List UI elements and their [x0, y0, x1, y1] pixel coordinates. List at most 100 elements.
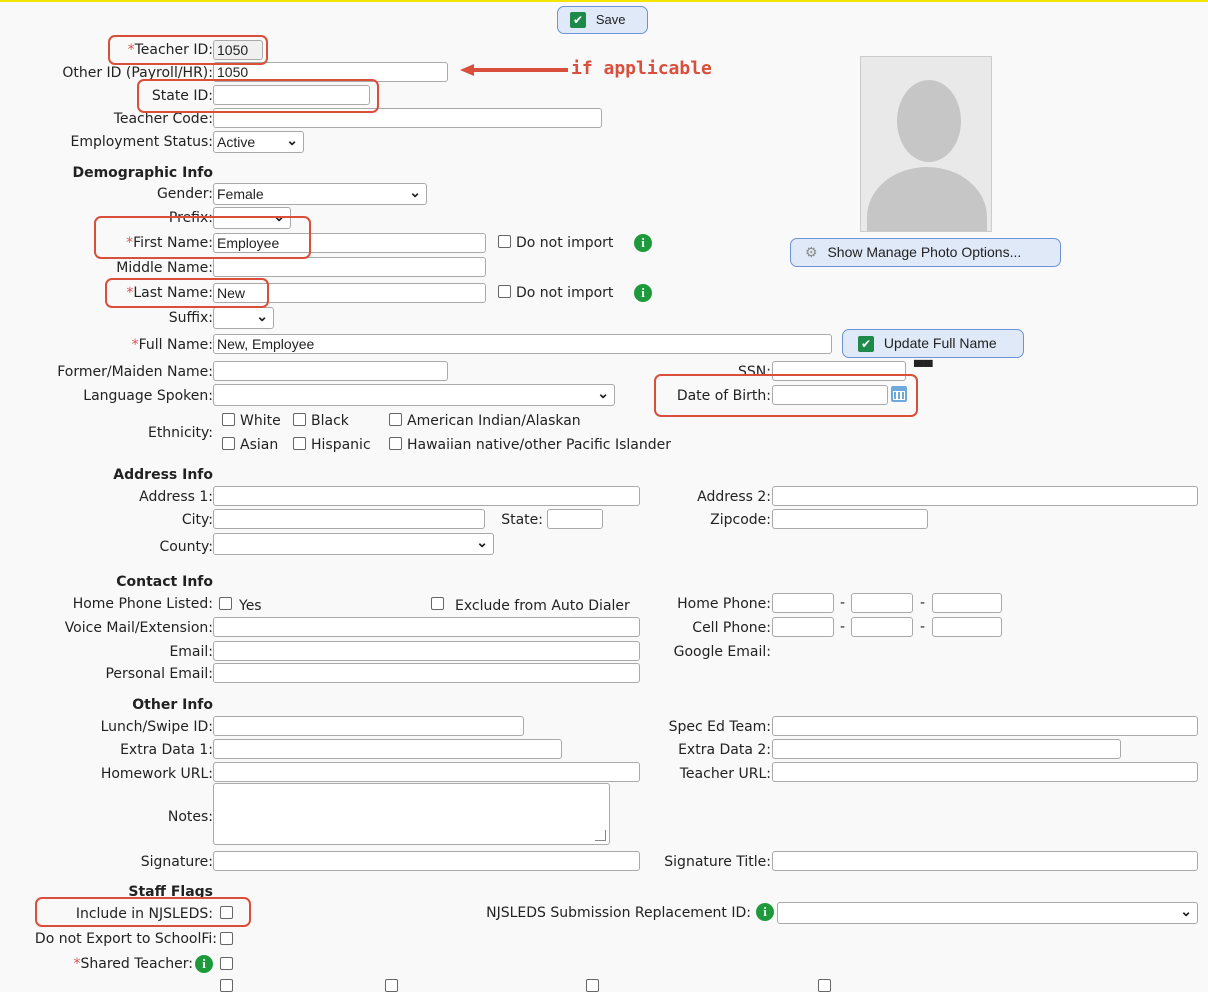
checkmark-icon: ✔	[570, 12, 586, 29]
address2-input[interactable]	[772, 486, 1198, 506]
spec-ed-input[interactable]	[772, 716, 1198, 736]
city-label: City:	[181, 512, 213, 528]
extra1-input[interactable]	[213, 739, 562, 759]
ethnicity-hispanic-label: Hispanic	[311, 437, 371, 453]
state-input[interactable]	[547, 509, 603, 529]
notes-textarea[interactable]	[213, 783, 610, 845]
cell-phone-line-input[interactable]	[932, 617, 1002, 637]
checkmark-icon: ✔	[858, 336, 874, 353]
info-icon[interactable]: i	[634, 234, 652, 252]
language-label: Language Spoken:	[83, 388, 213, 404]
profile-photo-placeholder	[860, 56, 992, 232]
dash: -	[840, 595, 846, 611]
schoolfi-checkbox[interactable]	[220, 932, 233, 945]
extra2-input[interactable]	[772, 739, 1121, 759]
ethnicity-asian-checkbox[interactable]	[222, 437, 235, 450]
voice-mail-input[interactable]	[213, 617, 640, 637]
chevron-down-icon: ⌄	[1180, 903, 1192, 919]
home-phone-listed-label: Home Phone Listed:	[72, 596, 213, 612]
employment-status-select[interactable]: Active ⌄	[213, 131, 304, 153]
former-name-label: Former/Maiden Name:	[57, 364, 213, 380]
home-phone-area-input[interactable]	[772, 593, 834, 613]
schoolfi-label: Do not Export to SchoolFi:	[34, 931, 217, 947]
dash: -	[840, 619, 846, 635]
gender-select[interactable]: Female ⌄	[213, 183, 427, 205]
county-label: County:	[159, 539, 213, 555]
address1-label: Address 1:	[139, 489, 213, 505]
signature-title-label: Signature Title:	[664, 854, 771, 870]
top-border	[0, 0, 1208, 2]
highlight-box	[35, 897, 251, 927]
full-name-label: *Full Name:	[131, 337, 213, 353]
cell-phone-area-input[interactable]	[772, 617, 834, 637]
partial-checkbox[interactable]	[586, 979, 599, 992]
exclude-auto-dialer-label: Exclude from Auto Dialer	[455, 598, 630, 614]
partial-checkbox[interactable]	[220, 979, 233, 992]
suffix-select[interactable]: ⌄	[213, 307, 274, 329]
homework-url-label: Homework URL:	[100, 766, 213, 782]
save-button[interactable]: ✔ Save	[557, 6, 648, 34]
email-input[interactable]	[213, 641, 640, 661]
cell-phone-prefix-input[interactable]	[851, 617, 913, 637]
highlight-box	[105, 278, 269, 308]
personal-email-label: Personal Email:	[105, 666, 213, 682]
shared-teacher-checkbox[interactable]	[220, 957, 233, 970]
spec-ed-label: Spec Ed Team:	[668, 719, 771, 735]
ethnicity-hispanic-checkbox[interactable]	[293, 437, 306, 450]
ethnicity-black-checkbox[interactable]	[293, 413, 306, 426]
notes-label: Notes:	[167, 809, 213, 825]
home-phone-line-input[interactable]	[932, 593, 1002, 613]
full-name-input[interactable]: New, Employee	[213, 334, 832, 354]
signature-title-input[interactable]	[772, 851, 1198, 871]
former-name-input[interactable]	[213, 361, 448, 381]
language-select[interactable]: ⌄	[213, 384, 615, 406]
homework-url-input[interactable]	[213, 762, 640, 782]
info-icon[interactable]: i	[634, 284, 652, 302]
partial-checkbox[interactable]	[818, 979, 831, 992]
resize-handle-icon[interactable]	[595, 830, 606, 841]
home-phone-listed-yes-label: Yes	[239, 598, 262, 614]
address1-input[interactable]	[213, 486, 640, 506]
extra2-label: Extra Data 2:	[678, 742, 771, 758]
njsleds-replacement-select[interactable]: ⌄	[777, 902, 1198, 924]
ethnicity-label: Ethnicity:	[147, 425, 213, 441]
show-photo-options-button[interactable]: ⚙ Show Manage Photo Options...	[790, 238, 1061, 267]
ethnicity-white-checkbox[interactable]	[222, 413, 235, 426]
partial-checkbox[interactable]	[385, 979, 398, 992]
gender-label: Gender:	[156, 186, 213, 202]
binoculars-icon[interactable]: ▀▀	[914, 360, 932, 374]
exclude-auto-dialer-checkbox[interactable]	[431, 597, 444, 610]
google-email-label: Google Email:	[673, 644, 771, 660]
dash: -	[920, 619, 926, 635]
zipcode-input[interactable]	[772, 509, 928, 529]
info-icon[interactable]: i	[195, 955, 213, 973]
teacher-url-input[interactable]	[772, 762, 1198, 782]
ethnicity-american-indian-checkbox[interactable]	[389, 413, 402, 426]
do-not-import-label: Do not import	[516, 285, 614, 301]
home-phone-prefix-input[interactable]	[851, 593, 913, 613]
njsleds-replacement-label: NJSLEDS Submission Replacement ID:	[486, 905, 751, 921]
home-phone-listed-checkbox[interactable]	[219, 597, 232, 610]
ethnicity-hawaiian-checkbox[interactable]	[389, 437, 402, 450]
personal-email-input[interactable]	[213, 663, 640, 683]
middle-name-input[interactable]	[213, 257, 486, 277]
city-input[interactable]	[213, 509, 485, 529]
last-name-do-not-import-checkbox[interactable]	[498, 285, 511, 298]
first-name-do-not-import-checkbox[interactable]	[498, 235, 511, 248]
show-photo-options-label: Show Manage Photo Options...	[827, 244, 1022, 260]
state-label: State:	[501, 512, 543, 528]
info-icon[interactable]: i	[756, 903, 774, 921]
county-select[interactable]: ⌄	[213, 533, 494, 555]
signature-input[interactable]	[213, 851, 640, 871]
update-full-name-button[interactable]: ✔ Update Full Name	[842, 329, 1024, 358]
dash: -	[920, 595, 926, 611]
highlight-box	[108, 35, 268, 65]
chevron-down-icon: ⌄	[597, 385, 609, 401]
gear-icon: ⚙	[805, 244, 818, 260]
highlight-box	[654, 374, 918, 417]
chevron-down-icon: ⌄	[256, 308, 268, 324]
employment-status-label: Employment Status:	[70, 134, 213, 150]
suffix-label: Suffix:	[168, 310, 213, 326]
lunch-id-input[interactable]	[213, 716, 524, 736]
update-full-name-label: Update Full Name	[883, 335, 997, 351]
